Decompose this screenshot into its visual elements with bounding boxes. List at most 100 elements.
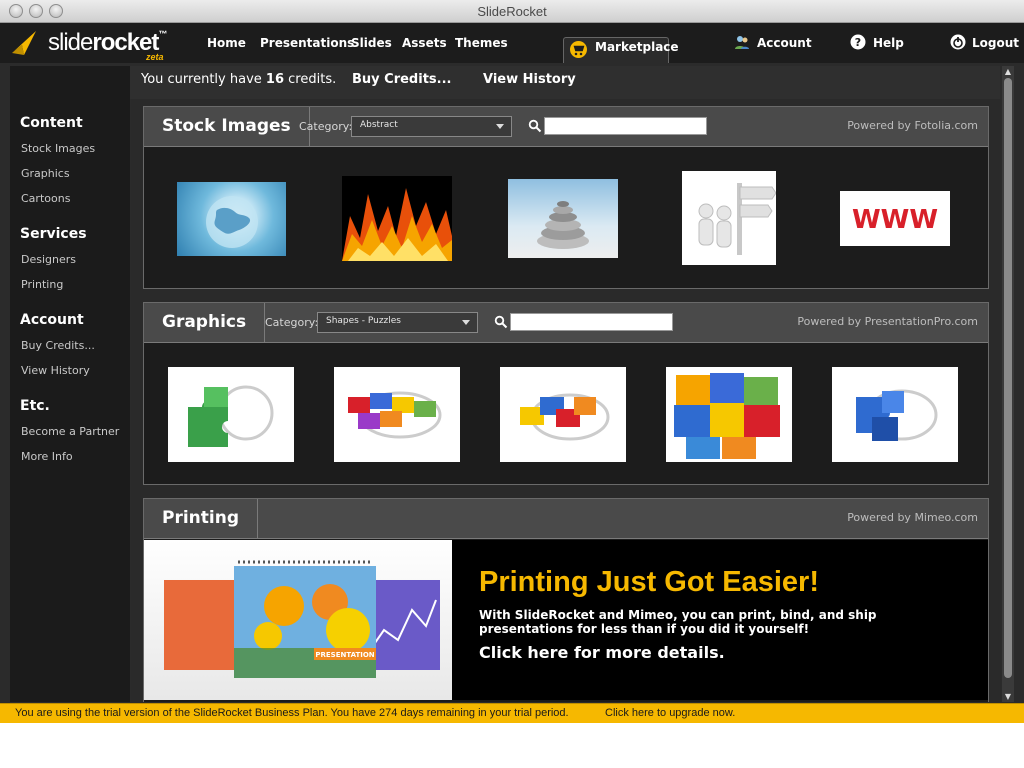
scroll-down-arrow-icon[interactable]: ▼: [1002, 691, 1014, 702]
green-puzzle-image: [188, 385, 274, 447]
stock-thumb-stones[interactable]: [508, 179, 618, 258]
graphics-thumb-puzzle-blue[interactable]: [832, 367, 958, 462]
sidebar-heading-content: Content: [20, 115, 83, 131]
sidebar: Content Stock Images Graphics Cartoons S…: [10, 66, 130, 702]
stones-image: [537, 201, 589, 249]
printing-title: Printing: [144, 499, 258, 538]
sidebar-item-printing[interactable]: Printing: [21, 278, 63, 291]
nav-help[interactable]: Help: [873, 36, 904, 50]
globe-image: [206, 196, 258, 248]
stock-category-label: Category:: [299, 120, 353, 133]
marketplace-content: Stock Images Category: Abstract Powered …: [131, 99, 1001, 702]
printed-presentations-image: PRESENTATION: [144, 540, 452, 700]
chevron-down-icon: [462, 320, 470, 325]
sidebar-heading-etc: Etc.: [20, 398, 50, 414]
trial-notice-bar: You are using the trial version of the S…: [0, 703, 1024, 723]
sidebar-item-more-info[interactable]: More Info: [21, 450, 73, 463]
content-scrollbar[interactable]: ▲ ▼: [1002, 66, 1014, 702]
printing-header: Printing Powered by Mimeo.com: [144, 499, 988, 539]
stock-thumb-flames[interactable]: [342, 176, 452, 261]
printing-panel: Printing Powered by Mimeo.com PRESENTATI…: [143, 498, 989, 702]
big-puzzle-image: [674, 373, 780, 459]
sidebar-item-become-partner[interactable]: Become a Partner: [21, 425, 119, 438]
sidebar-item-buy-credits[interactable]: Buy Credits...: [21, 339, 95, 352]
nav-themes[interactable]: Themes: [455, 36, 508, 50]
colorful-puzzle-image: [348, 391, 442, 439]
nav-slides[interactable]: Slides: [351, 36, 392, 50]
graphics-thumb-puzzle-big[interactable]: [666, 367, 792, 462]
svg-text:WWW: WWW: [852, 205, 938, 235]
credits-text: You currently have 16 credits.: [141, 72, 337, 87]
graphics-title: Graphics: [144, 303, 266, 342]
sidebar-heading-account: Account: [20, 312, 84, 328]
rocket-logo-icon: [12, 31, 36, 55]
printing-banner[interactable]: PRESENTATION Printing Just Got Easier! W…: [144, 540, 988, 700]
trial-message: You are using the trial version of the S…: [15, 707, 569, 719]
chevron-down-icon: [496, 124, 504, 129]
www-image: WWW: [852, 205, 938, 235]
account-users-icon: [735, 36, 749, 49]
nav-logout[interactable]: Logout: [972, 36, 1019, 50]
flames-image: [342, 188, 452, 261]
help-icon: ?: [850, 34, 866, 50]
credits-bar: You currently have 16 credits. Buy Credi…: [130, 66, 1000, 99]
sidebar-item-designers[interactable]: Designers: [21, 253, 76, 266]
sidebar-item-stock-images[interactable]: Stock Images: [21, 142, 95, 155]
view-history-link[interactable]: View History: [483, 72, 576, 87]
window-title: SlideRocket: [477, 4, 547, 19]
nav-presentations[interactable]: Presentations: [260, 36, 354, 50]
signpost-image: [698, 183, 777, 255]
search-icon: [528, 119, 542, 133]
graphics-search-input[interactable]: [510, 313, 673, 331]
stock-thumb-globe[interactable]: [177, 182, 286, 256]
graphics-category-select[interactable]: Shapes - Puzzles: [317, 312, 478, 333]
shopping-cart-icon: [570, 41, 587, 58]
stock-category-value: Abstract: [360, 120, 398, 130]
stock-thumb-www[interactable]: WWW: [840, 191, 950, 246]
stock-category-select[interactable]: Abstract: [351, 116, 512, 137]
nav-home[interactable]: Home: [207, 36, 246, 50]
svg-text:PRESENTATION: PRESENTATION: [315, 651, 374, 659]
close-window-icon[interactable]: [9, 4, 23, 18]
stock-powered-by: Powered by Fotolia.com: [847, 119, 978, 132]
graphics-panel: Graphics Category: Shapes - Puzzles Powe…: [143, 302, 989, 485]
banner-text: With SlideRocket and Mimeo, you can prin…: [479, 608, 877, 636]
nav-marketplace-tab[interactable]: Marketplace: [563, 37, 679, 63]
graphics-category-value: Shapes - Puzzles: [326, 316, 401, 326]
banner-title: Printing Just Got Easier!: [479, 566, 819, 598]
graphics-thumb-puzzle-colors[interactable]: [334, 367, 460, 462]
minimize-window-icon[interactable]: [29, 4, 43, 18]
graphics-header: Graphics Category: Shapes - Puzzles Powe…: [144, 303, 988, 343]
stock-search-input[interactable]: [544, 117, 707, 135]
logo-zeta: zeta: [146, 52, 164, 62]
nav-account[interactable]: Account: [757, 36, 812, 50]
sidebar-item-cartoons[interactable]: Cartoons: [21, 192, 70, 205]
stock-thumb-signpost[interactable]: [682, 171, 777, 265]
app-header: sliderocket™ zeta Home Presentations Sli…: [0, 23, 1024, 63]
nav-marketplace: Marketplace: [595, 40, 679, 54]
sidebar-heading-services: Services: [20, 226, 87, 242]
primary-puzzle-image: [520, 393, 610, 441]
stock-images-panel: Stock Images Category: Abstract Powered …: [143, 106, 989, 289]
scrollbar-thumb[interactable]: [1004, 78, 1012, 678]
window-titlebar: SlideRocket: [0, 0, 1024, 23]
sidebar-item-view-history[interactable]: View History: [21, 364, 90, 377]
more-details-link[interactable]: Click here for more details.: [479, 643, 725, 662]
search-icon: [494, 315, 508, 329]
graphics-thumb-puzzle-primary[interactable]: [500, 367, 626, 462]
graphics-thumb-puzzle-green[interactable]: [168, 367, 294, 462]
sidebar-item-graphics[interactable]: Graphics: [21, 167, 70, 180]
graphics-powered-by: Powered by PresentationPro.com: [797, 315, 978, 328]
svg-text:?: ?: [855, 36, 861, 49]
upgrade-link[interactable]: Click here to upgrade now.: [605, 707, 735, 719]
power-icon: [950, 34, 966, 50]
spiral-books-image: PRESENTATION: [164, 560, 440, 678]
scroll-up-arrow-icon[interactable]: ▲: [1002, 66, 1014, 77]
graphics-category-label: Category:: [265, 316, 319, 329]
nav-assets[interactable]: Assets: [402, 36, 447, 50]
buy-credits-link[interactable]: Buy Credits...: [352, 72, 451, 87]
stock-images-header: Stock Images Category: Abstract Powered …: [144, 107, 988, 147]
blue-puzzle-image: [856, 389, 938, 441]
printing-powered-by: Powered by Mimeo.com: [847, 511, 978, 524]
zoom-window-icon[interactable]: [49, 4, 63, 18]
